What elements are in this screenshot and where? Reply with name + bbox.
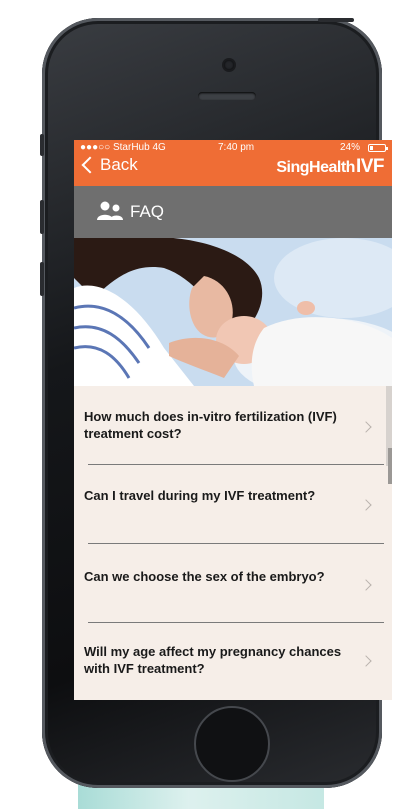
faq-item-cost[interactable]: How much does in-vitro fertilization (IV… [74,386,384,464]
faq-list: How much does in-vitro fertilization (IV… [74,386,392,700]
scrollbar-thumb[interactable] [388,448,392,484]
faq-item-age[interactable]: Will my age affect my pregnancy chances … [74,623,384,700]
chevron-right-icon [360,655,372,667]
back-button[interactable]: Back [80,152,138,178]
mute-switch[interactable] [40,134,44,156]
back-label: Back [100,155,138,174]
people-icon [97,201,123,220]
mother-baby-photo [74,238,392,386]
volume-up-button[interactable] [40,200,44,234]
faq-question: Will my age affect my pregnancy chances … [84,644,342,676]
hero-image [74,238,392,386]
earpiece-speaker [198,92,256,100]
faq-item-travel[interactable]: Can I travel during my IVF treatment? [74,465,384,543]
status-time: 7:40 pm [218,142,255,153]
front-camera [224,60,234,70]
faq-question: Can we choose the sex of the embryo? [84,569,325,584]
app-screen: ●●●○○ StarHub 4G 7:40 pm 24% Back SingHe… [74,140,392,700]
section-bar: FAQ [74,186,392,238]
volume-down-button[interactable] [40,262,44,296]
faq-question: How much does in-vitro fertilization (IV… [84,409,337,441]
brand-prefix: SingHealth [276,159,355,176]
chevron-right-icon [360,499,372,511]
battery-icon [368,144,388,152]
chevron-right-icon [360,421,372,433]
power-button[interactable] [318,18,354,22]
chevron-right-icon [360,579,372,591]
faq-question: Can I travel during my IVF treatment? [84,488,316,503]
faq-item-embryo-sex[interactable]: Can we choose the sex of the embryo? [74,544,384,622]
home-button[interactable] [194,706,270,782]
app-header: ●●●○○ StarHub 4G 7:40 pm 24% Back SingHe… [74,140,392,186]
brand-suffix: IVF [355,156,385,177]
brand-logo: SingHealthIVF [276,156,384,178]
chevron-left-icon [81,156,99,174]
section-title: FAQ [130,202,165,221]
battery-percent: 24% [339,142,360,153]
